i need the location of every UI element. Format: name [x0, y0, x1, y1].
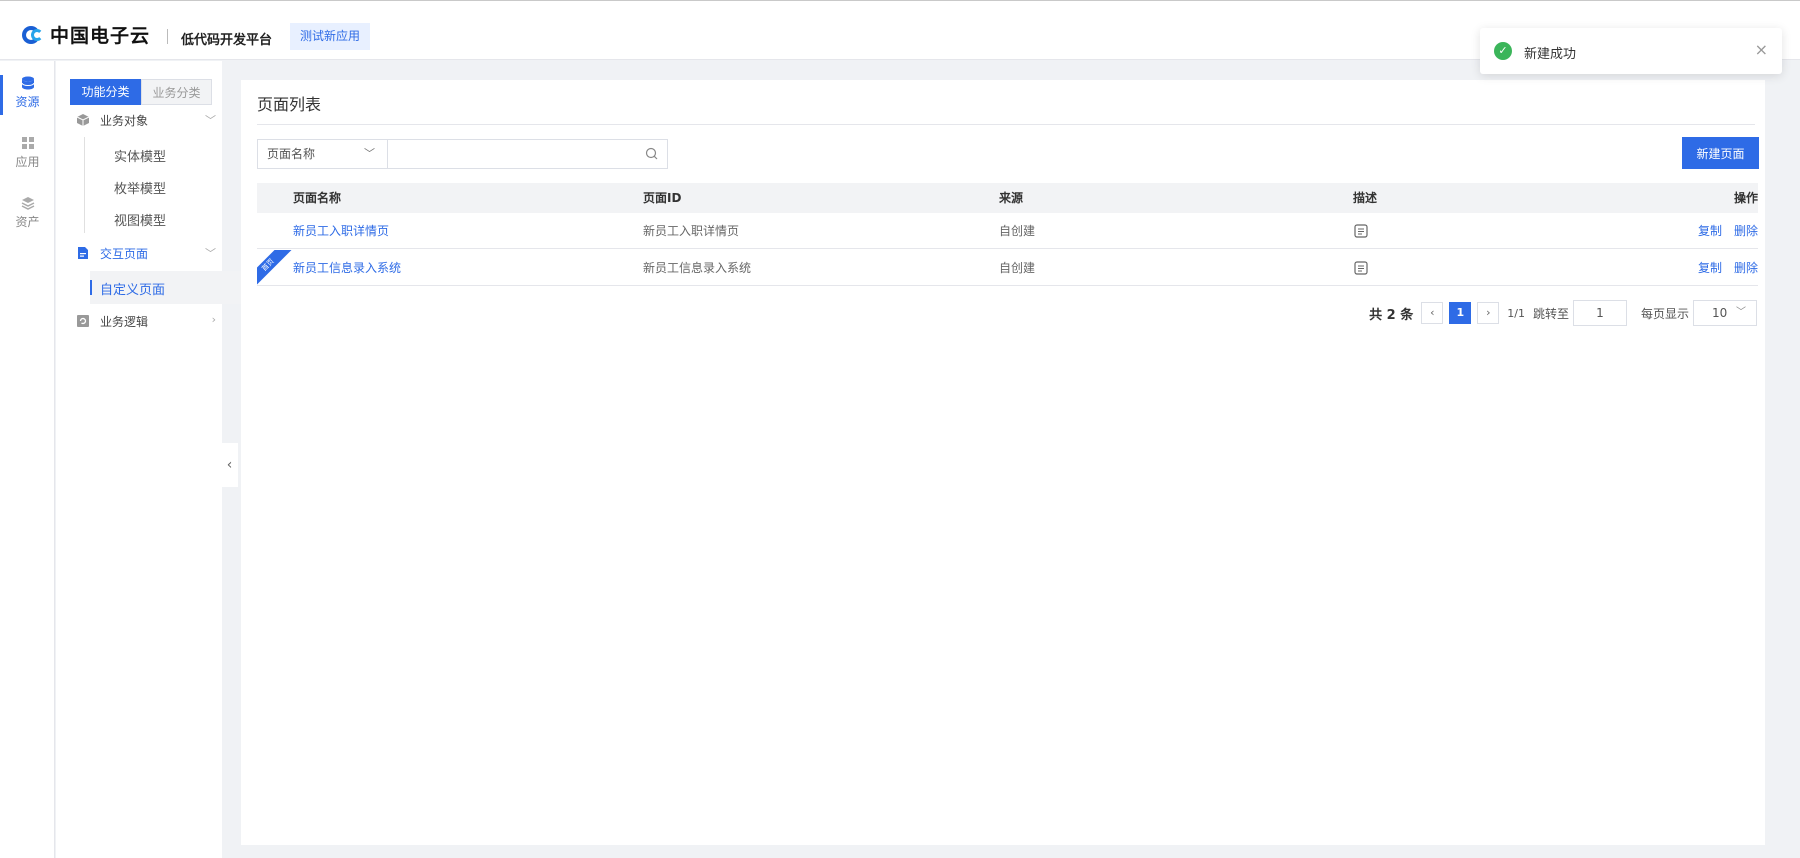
rail-item-resources[interactable]: 资源	[0, 61, 55, 121]
sidebar-item-label: 自定义页面	[100, 283, 166, 298]
row-actions: 复制 删除	[1686, 250, 1758, 286]
group-interaction-page[interactable]: 交互页面 ﹀	[76, 241, 216, 265]
layers-icon	[21, 197, 34, 210]
delete-button[interactable]: 删除	[1734, 261, 1758, 275]
chevron-down-icon: ﹀	[1736, 307, 1746, 318]
check-circle-icon: ✓	[1494, 42, 1512, 60]
description-icon[interactable]	[1353, 260, 1369, 276]
table-row: 首页 新员工信息录入系统 新员工信息录入系统 自创建 复制 删除	[257, 250, 1758, 286]
new-page-button[interactable]: 新建页面	[1682, 137, 1759, 169]
tab-business-category[interactable]: 业务分类	[141, 79, 212, 105]
sidebar-item-entity-model[interactable]: 实体模型	[114, 146, 166, 165]
total-count: 共 2 条	[1369, 307, 1414, 323]
collapse-sidebar-toggle[interactable]: ‹	[221, 443, 238, 487]
group-label: 业务逻辑	[100, 314, 149, 329]
table-row: 新员工入职详情页 新员工入职详情页 自创建 复制 删除	[257, 213, 1758, 249]
logo-mark-icon	[22, 25, 48, 44]
per-page-value: 10	[1712, 306, 1728, 320]
platform-name: 低代码开发平台	[181, 33, 273, 48]
homepage-badge: 首页	[257, 250, 293, 286]
chevron-left-icon: ‹	[226, 457, 233, 473]
column-header-description: 描述	[1353, 191, 1378, 205]
chevron-down-icon: ﹀	[364, 147, 375, 160]
database-icon	[21, 76, 34, 90]
chevron-down-icon: ﹀	[205, 114, 216, 127]
per-page-label: 每页显示	[1640, 306, 1689, 321]
table-header: 页面名称 页面ID 来源 描述 操作	[257, 183, 1758, 213]
page-title: 页面列表	[257, 95, 322, 114]
jump-label: 跳转至	[1532, 306, 1569, 321]
group-business-logic[interactable]: 业务逻辑 ›	[76, 309, 216, 333]
pagination: 共 2 条 ‹ 1 › 1/1 跳转至 1 每页显示 10 ﹀	[1369, 300, 1757, 326]
primary-nav-rail: 资源 应用 资产	[0, 61, 55, 858]
rail-item-apps[interactable]: 应用	[0, 121, 55, 181]
column-header-source: 来源	[999, 191, 1024, 205]
search-input[interactable]	[387, 139, 668, 169]
brand-name: 中国电子云	[50, 25, 151, 47]
page-list-panel: 页面列表 页面名称 ﹀ 新建页面 页面名称 页面ID 来源 描述 操作 新员工入…	[241, 80, 1765, 845]
brand-logo[interactable]: 中国电子云	[22, 21, 150, 48]
jump-page-input[interactable]: 1	[1572, 300, 1627, 326]
sidebar-item-enum-model[interactable]: 枚举模型	[114, 178, 166, 197]
column-header-name: 页面名称	[293, 191, 342, 205]
row-actions: 复制 删除	[1686, 213, 1758, 249]
rail-label: 资产	[15, 215, 40, 229]
page-of-total: 1/1	[1507, 306, 1525, 320]
delete-button[interactable]: 删除	[1734, 224, 1758, 238]
toast-message: 新建成功	[1524, 47, 1577, 62]
active-indicator	[90, 280, 92, 295]
rail-label: 应用	[15, 155, 40, 169]
filter-field-select[interactable]: 页面名称 ﹀	[257, 139, 388, 169]
column-header-actions: 操作	[1733, 191, 1758, 205]
group-label: 交互页面	[100, 246, 149, 261]
per-page-select[interactable]: 10 ﹀	[1693, 300, 1757, 326]
cube-icon	[76, 114, 90, 126]
tree-guide	[84, 137, 85, 233]
group-label: 业务对象	[100, 113, 149, 128]
page-id: 新员工信息录入系统	[643, 261, 752, 275]
chevron-right-icon: ›	[211, 313, 216, 326]
chevron-right-icon: ›	[1486, 306, 1491, 319]
tab-function-category[interactable]: 功能分类	[70, 79, 141, 105]
page-number-current[interactable]: 1	[1449, 302, 1472, 324]
column-header-id: 页面ID	[643, 191, 682, 205]
rail-label: 资源	[15, 95, 40, 109]
prev-page-button[interactable]: ‹	[1421, 302, 1444, 324]
chevron-left-icon: ‹	[1430, 306, 1435, 319]
category-sidebar: 功能分类 业务分类 业务对象 ﹀ 实体模型 枚举模型 视图模型 交互页面 ﹀ 自…	[56, 61, 278, 858]
page-source: 自创建	[999, 224, 1036, 238]
search-icon	[645, 147, 658, 160]
page-icon	[78, 247, 88, 259]
page-id: 新员工入职详情页	[643, 224, 740, 238]
filter-field-value: 页面名称	[267, 147, 316, 161]
page-name-link[interactable]: 新员工入职详情页	[293, 213, 389, 249]
current-app-tag[interactable]: 测试新应用	[290, 23, 371, 50]
logic-icon	[77, 315, 89, 327]
description-icon[interactable]	[1353, 223, 1369, 239]
page-source: 自创建	[999, 261, 1036, 275]
page-name-link[interactable]: 新员工信息录入系统	[293, 250, 401, 286]
success-toast: ✓ 新建成功 ×	[1480, 28, 1782, 74]
sidebar-item-view-model[interactable]: 视图模型	[114, 210, 166, 229]
grid-icon	[21, 137, 34, 149]
category-tabs: 功能分类 业务分类	[70, 79, 212, 105]
chevron-down-icon: ﹀	[205, 247, 216, 260]
next-page-button[interactable]: ›	[1477, 302, 1500, 324]
rail-item-assets[interactable]: 资产	[0, 181, 55, 241]
title-divider	[257, 124, 1755, 125]
homepage-badge-label: 首页	[257, 250, 293, 286]
copy-button[interactable]: 复制	[1698, 224, 1722, 238]
copy-button[interactable]: 复制	[1698, 261, 1722, 275]
group-business-object[interactable]: 业务对象 ﹀	[76, 108, 216, 132]
close-icon[interactable]: ×	[1755, 40, 1768, 59]
header-divider	[167, 29, 168, 44]
